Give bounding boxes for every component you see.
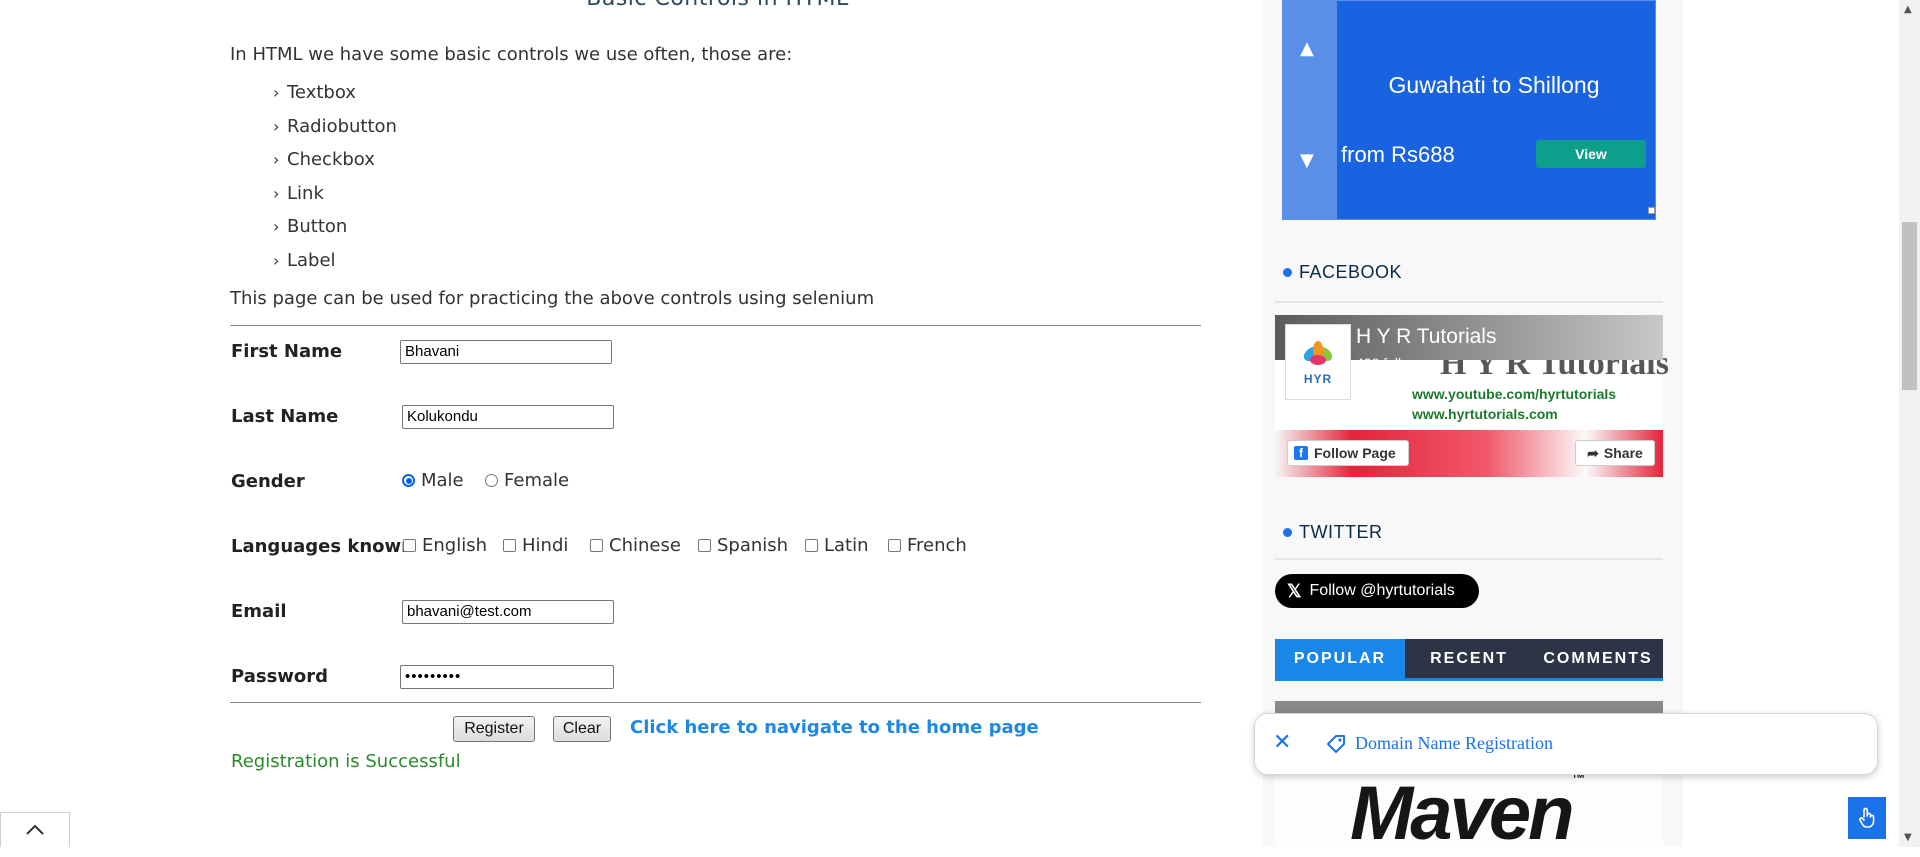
- facebook-heading: FACEBOOK: [1283, 262, 1402, 283]
- tab-popular[interactable]: POPULAR: [1275, 639, 1405, 681]
- scroll-to-top-button[interactable]: [0, 812, 70, 847]
- close-icon[interactable]: ✕: [1273, 730, 1291, 755]
- twitter-heading: TWITTER: [1283, 522, 1382, 543]
- scroll-down-arrow-icon[interactable]: ▼: [1904, 832, 1912, 843]
- scrollbar-thumb[interactable]: [1902, 222, 1917, 390]
- list-item: › Checkbox: [273, 146, 397, 180]
- x-logo-icon: 𝕏: [1287, 580, 1302, 601]
- ad-title: Guwahati to Shillong: [1388, 72, 1600, 98]
- languages-label: Languages known: [231, 536, 414, 557]
- form-bottom-divider: [230, 702, 1201, 703]
- gender-female-option[interactable]: Female: [485, 470, 569, 491]
- facebook-icon: f: [1294, 446, 1308, 460]
- chevron-right-icon: ›: [273, 217, 280, 236]
- posts-tabs: POPULAR RECENT COMMENTS: [1275, 639, 1663, 681]
- page-title: Basic Controls in HTML: [230, 0, 1205, 11]
- chevron-right-icon: ›: [273, 83, 280, 102]
- list-item: › Radiobutton: [273, 113, 397, 147]
- ad-banner[interactable]: [1282, 0, 1656, 220]
- list-item: › Link: [273, 180, 397, 214]
- password-input[interactable]: •••••••••: [400, 665, 614, 689]
- language-english-option[interactable]: English: [403, 535, 487, 556]
- first-name-input[interactable]: Bhavani: [400, 340, 612, 364]
- hindi-checkbox[interactable]: [503, 539, 516, 552]
- french-checkbox[interactable]: [888, 539, 901, 552]
- password-label: Password: [231, 666, 329, 687]
- facebook-divider: [1275, 301, 1663, 303]
- hand-pointer-icon: [1859, 807, 1875, 828]
- chevron-right-icon: ›: [273, 183, 280, 203]
- last-name-label: Last Name: [231, 406, 339, 427]
- facebook-share-button[interactable]: ➦ Share: [1575, 440, 1655, 466]
- language-latin-option[interactable]: Latin: [805, 535, 869, 556]
- facebook-page-logo[interactable]: HYR: [1285, 324, 1351, 400]
- language-french-option[interactable]: French: [888, 535, 967, 556]
- tag-icon: [1325, 733, 1347, 759]
- maven-logo: Maven™: [1350, 770, 1586, 856]
- latin-checkbox[interactable]: [805, 539, 818, 552]
- facebook-page-name[interactable]: H Y R Tutorials: [1356, 325, 1496, 349]
- chevron-up-icon: [26, 824, 44, 835]
- english-checkbox[interactable]: [403, 539, 416, 552]
- last-name-input[interactable]: Kolukondu: [402, 405, 614, 429]
- bullet-icon: [1283, 268, 1292, 277]
- list-item: › Label: [273, 247, 397, 281]
- domain-registration-toast[interactable]: [1254, 713, 1878, 775]
- chinese-checkbox[interactable]: [590, 539, 603, 552]
- twitter-divider: [1275, 558, 1663, 560]
- ad-nav-strip: [1282, 0, 1337, 220]
- ad-price: from Rs688: [1341, 142, 1455, 167]
- tab-underline: [1275, 678, 1663, 681]
- ad-down-arrow-icon[interactable]: ▼: [1300, 150, 1314, 171]
- ad-info-icon[interactable]: [1648, 207, 1655, 214]
- intro-text: In HTML we have some basic controls we u…: [230, 44, 793, 65]
- facebook-follow-button[interactable]: f Follow Page: [1287, 440, 1409, 466]
- ad-view-button[interactable]: View: [1536, 140, 1646, 168]
- tab-comments[interactable]: COMMENTS: [1533, 639, 1663, 681]
- email-label: Email: [231, 601, 287, 622]
- share-icon: ➦: [1587, 444, 1599, 461]
- twitter-follow-button[interactable]: 𝕏 Follow @hyrtutorials: [1275, 574, 1479, 608]
- male-radio[interactable]: [402, 474, 415, 487]
- home-page-link[interactable]: Click here to navigate to the home page: [630, 717, 1039, 738]
- hyr-logo-icon: [1303, 341, 1333, 365]
- list-item: › Textbox: [273, 79, 397, 113]
- language-spanish-option[interactable]: Spanish: [698, 535, 788, 556]
- clear-button[interactable]: Clear: [553, 716, 611, 742]
- register-button[interactable]: Register: [453, 716, 535, 742]
- controls-list: › Textbox › Radiobutton › Checkbox › Link › B…: [273, 79, 397, 280]
- language-chinese-option[interactable]: Chinese: [590, 535, 681, 556]
- gender-label: Gender: [231, 471, 305, 492]
- bullet-icon: [1283, 528, 1292, 537]
- female-radio[interactable]: [485, 474, 498, 487]
- facebook-cover-site-url: www.hyrtutorials.com: [1412, 406, 1558, 422]
- list-item: › Button: [273, 213, 397, 247]
- facebook-followers: 438 followers: [1356, 355, 1439, 371]
- first-name-label: First Name: [231, 341, 343, 362]
- gender-male-option[interactable]: Male: [402, 470, 464, 491]
- form-top-divider: [230, 325, 1201, 326]
- floating-action-button[interactable]: [1848, 797, 1886, 839]
- toast-text[interactable]: Domain Name Registration: [1355, 733, 1553, 754]
- chevron-right-icon: ›: [273, 116, 280, 136]
- email-input[interactable]: bhavani@test.com: [402, 600, 614, 624]
- chevron-right-icon: ›: [273, 150, 280, 169]
- facebook-cover-youtube-url: www.youtube.com/hyrtutorials: [1412, 386, 1617, 402]
- scroll-up-arrow-icon[interactable]: ▲: [1904, 4, 1912, 15]
- tab-recent[interactable]: RECENT: [1405, 639, 1533, 681]
- success-message: Registration is Successful: [231, 751, 461, 772]
- practice-note: This page can be used for practicing the…: [230, 288, 875, 309]
- language-hindi-option[interactable]: Hindi: [503, 535, 568, 556]
- chevron-right-icon: ›: [273, 250, 280, 270]
- spanish-checkbox[interactable]: [698, 539, 711, 552]
- ad-up-arrow-icon[interactable]: ▲: [1300, 38, 1314, 59]
- page-scrollbar[interactable]: [1899, 0, 1920, 847]
